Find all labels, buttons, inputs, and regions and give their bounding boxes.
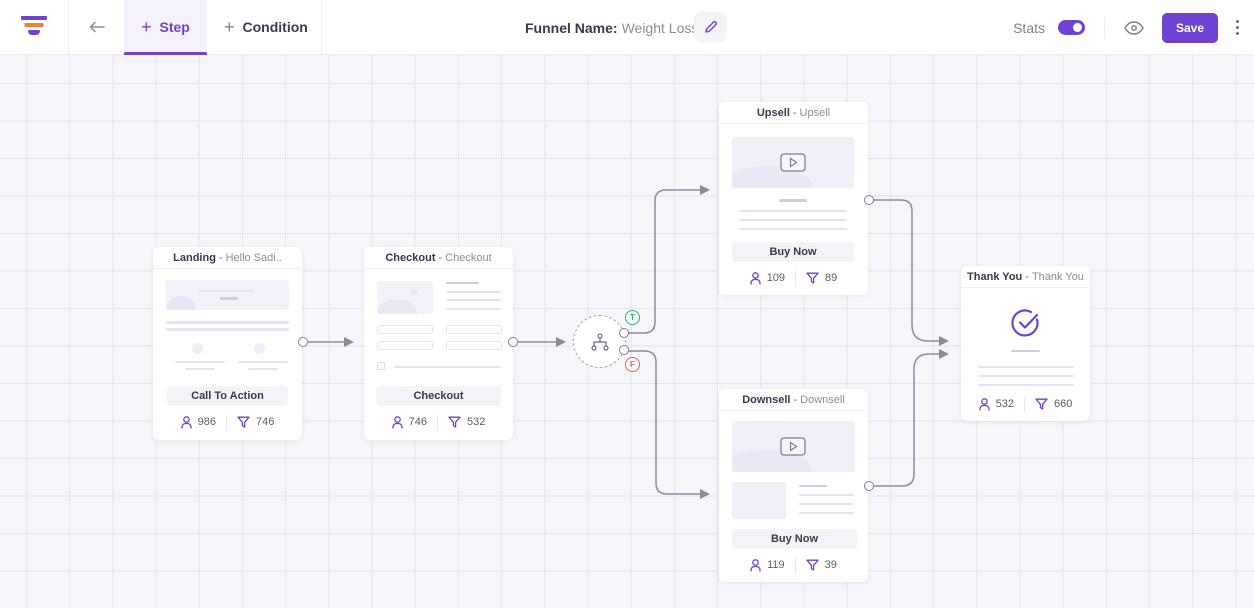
conversions-count: 746 [256, 416, 275, 428]
divider [321, 0, 322, 54]
step-name: Upsell [799, 106, 831, 119]
edit-funnel-name-button[interactable] [694, 12, 727, 42]
filter-icon [448, 416, 461, 428]
kebab-menu-icon [1235, 20, 1239, 35]
top-toolbar: + Step + Condition Funnel Name: Weight L… [0, 0, 1254, 55]
step-card-downsell[interactable]: Downsell - Downsell Buy Now 119 39 [719, 389, 868, 582]
cta-button: Checkout [376, 386, 501, 406]
user-icon [978, 397, 990, 410]
save-button[interactable]: Save [1162, 12, 1218, 43]
filter-icon [1035, 398, 1048, 410]
step-type: Thank You [967, 270, 1023, 283]
user-icon [750, 558, 761, 571]
funnel-name: Funnel Name: Weight Loss [525, 0, 698, 55]
product-image-thumbnail [377, 281, 433, 314]
step-card-landing[interactable]: Landing - Hello Sadi.. Call To Action 986 … [153, 247, 302, 440]
step-type: Downsell [742, 393, 791, 406]
funnel-name-value: Weight Loss [621, 19, 699, 36]
pencil-icon [704, 20, 717, 33]
conversions-count: 39 [824, 559, 837, 571]
step-stats: 746 532 [364, 414, 513, 430]
step-type: Checkout [385, 251, 436, 264]
condition-false-port[interactable] [619, 345, 629, 355]
step-title: Downsell - Downsell [719, 389, 868, 411]
divider [1104, 16, 1105, 39]
cta-button: Call To Action [167, 386, 288, 406]
output-port[interactable] [864, 481, 874, 491]
step-card-upsell[interactable]: Upsell - Upsell Buy Now 109 89 [719, 102, 868, 295]
step-stats: 532 660 [961, 396, 1090, 412]
step-type: Upsell [756, 106, 790, 119]
false-badge: F [625, 357, 640, 372]
step-stats: 986 746 [153, 414, 302, 430]
back-button[interactable] [69, 0, 124, 54]
branch-icon [590, 332, 609, 351]
user-icon [750, 271, 761, 284]
step-title: Landing - Hello Sadi.. [153, 247, 302, 269]
logo[interactable] [0, 0, 69, 54]
toolbar-actions: Stats Save [1013, 0, 1254, 55]
user-icon [391, 415, 403, 428]
step-name: Thank You [1031, 270, 1084, 283]
conversions-count: 660 [1054, 398, 1073, 410]
step-card-thankyou[interactable]: Thank You - Thank You 532 660 [961, 266, 1090, 421]
plus-icon: + [141, 16, 152, 37]
visitors-count: 119 [767, 559, 785, 571]
cta-button: Buy Now [732, 529, 857, 549]
visitors-count: 986 [197, 416, 216, 428]
stats-label: Stats [1013, 19, 1045, 36]
filter-icon [806, 272, 819, 284]
step-title: Thank You - Thank You [961, 266, 1090, 288]
landing-page-thumbnail [166, 280, 289, 310]
output-port[interactable] [864, 195, 874, 205]
preview-button[interactable] [1123, 17, 1145, 39]
play-icon [780, 437, 806, 456]
funnel-logo-icon [21, 16, 47, 38]
tab-step[interactable]: + Step [124, 0, 207, 55]
condition-true-port[interactable] [619, 328, 629, 338]
visitors-count: 109 [766, 272, 786, 284]
step-stats: 109 89 [719, 270, 868, 286]
tab-step-label: Step [159, 19, 190, 35]
filter-icon [805, 559, 819, 571]
plus-icon: + [224, 16, 235, 37]
eye-icon [1124, 20, 1144, 35]
step-title: Upsell - Upsell [719, 102, 868, 124]
conversions-count: 532 [467, 416, 486, 428]
step-stats: 119 39 [719, 557, 868, 573]
output-port[interactable] [298, 337, 308, 347]
visitors-count: 532 [995, 398, 1014, 410]
filter-icon [237, 416, 250, 428]
stats-toggle[interactable] [1058, 20, 1085, 35]
tab-condition[interactable]: + Condition [207, 0, 321, 54]
step-name: Hello Sadi.. [225, 251, 282, 264]
visitors-count: 746 [408, 416, 427, 428]
step-name: Downsell [800, 393, 845, 406]
arrow-left-icon [89, 21, 105, 33]
more-options-button[interactable] [1222, 20, 1252, 35]
cta-button: Buy Now [732, 242, 854, 262]
image-thumbnail [732, 482, 786, 519]
check-circle-icon [1011, 309, 1039, 337]
true-badge: T [625, 310, 640, 325]
condition-node[interactable] [573, 315, 626, 368]
tab-condition-label: Condition [242, 19, 308, 35]
conversions-count: 89 [825, 272, 838, 284]
video-thumbnail [732, 421, 855, 472]
step-card-checkout[interactable]: Checkout - Checkout Checkout 746 532 [364, 247, 513, 440]
funnel-name-label: Funnel Name: [525, 19, 618, 36]
user-icon [180, 415, 192, 428]
play-icon [780, 153, 806, 172]
output-port[interactable] [508, 337, 518, 347]
step-name: Checkout [445, 251, 492, 264]
step-type: Landing [173, 251, 216, 264]
step-title: Checkout - Checkout [364, 247, 513, 269]
video-thumbnail [732, 137, 854, 188]
